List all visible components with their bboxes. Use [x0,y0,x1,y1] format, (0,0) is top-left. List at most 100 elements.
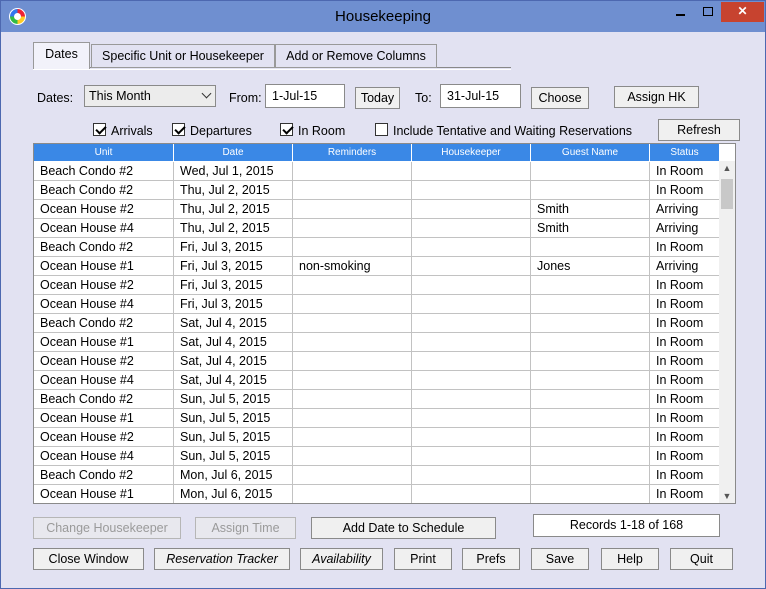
departures-checkbox[interactable] [172,123,185,136]
scroll-down-icon[interactable]: ▼ [719,489,735,503]
table-cell: Ocean House #1 [34,485,174,503]
column-header-date[interactable]: Date [174,144,293,161]
table-row[interactable]: Ocean House #2 Sat, Jul 4, 2015 In Room [34,352,720,371]
choose-button[interactable]: Choose [531,87,589,109]
tab-add-remove-columns[interactable]: Add or Remove Columns [275,44,437,68]
table-cell [293,314,412,332]
table-cell [531,371,650,389]
table-cell [293,295,412,313]
availability-button[interactable]: Availability [300,548,383,570]
tab-specific-unit[interactable]: Specific Unit or Housekeeper [91,44,275,68]
table-row[interactable]: Beach Condo #2 Sat, Jul 4, 2015 In Room [34,314,720,333]
table-cell: Ocean House #2 [34,428,174,446]
print-button[interactable]: Print [394,548,452,570]
to-date-field[interactable]: 31-Jul-15 [440,84,521,108]
table-row[interactable]: Ocean House #2 Thu, Jul 2, 2015 Smith Arriv… [34,200,720,219]
table-cell: Smith [531,219,650,237]
table-cell: Ocean House #1 [34,409,174,427]
column-header-unit[interactable]: Unit [34,144,174,161]
arrivals-checkbox[interactable] [93,123,106,136]
table-row[interactable]: Beach Condo #2 Wed, Jul 1, 2015 In Room [34,162,720,181]
table-cell: Sat, Jul 4, 2015 [174,333,293,351]
table-scrollbar[interactable]: ▲ ▼ [719,161,735,503]
table-cell [412,428,531,446]
table-cell [531,181,650,199]
table-cell: Sun, Jul 5, 2015 [174,409,293,427]
add-date-to-schedule-button[interactable]: Add Date to Schedule [311,517,496,539]
table-cell: In Room [650,276,720,294]
housekeeping-table: Unit Date Reminders Housekeeper Guest Na… [33,143,736,504]
column-header-housekeeper[interactable]: Housekeeper [412,144,531,161]
table-cell [293,409,412,427]
departures-label: Departures [190,124,252,138]
table-cell: Ocean House #1 [34,333,174,351]
table-cell: Ocean House #4 [34,371,174,389]
table-cell: In Room [650,238,720,256]
table-cell [531,409,650,427]
table-row[interactable]: Ocean House #1 Sun, Jul 5, 2015 In Room [34,409,720,428]
column-header-status[interactable]: Status [650,144,720,161]
table-row[interactable]: Ocean House #4 Sun, Jul 5, 2015 In Room [34,447,720,466]
table-row[interactable]: Beach Condo #2 Thu, Jul 2, 2015 In Room [34,181,720,200]
table-row[interactable]: Ocean House #1 Fri, Jul 3, 2015 non-smokin… [34,257,720,276]
table-row[interactable]: Beach Condo #2 Fri, Jul 3, 2015 In Room [34,238,720,257]
table-row[interactable]: Ocean House #4 Thu, Jul 2, 2015 Smith Arriv… [34,219,720,238]
inroom-checkbox[interactable] [280,123,293,136]
assign-hk-button[interactable]: Assign HK [614,86,699,108]
table-row[interactable]: Ocean House #4 Sat, Jul 4, 2015 In Room [34,371,720,390]
table-cell: Wed, Jul 1, 2015 [174,162,293,180]
from-date-field[interactable]: 1-Jul-15 [265,84,345,108]
table-cell [412,238,531,256]
scroll-thumb[interactable] [721,179,733,209]
close-icon[interactable]: ✕ [721,2,764,22]
column-header-guest-name[interactable]: Guest Name [531,144,650,161]
tab-dates[interactable]: Dates [33,42,90,69]
table-row[interactable]: Ocean House #4 Fri, Jul 3, 2015 In Room [34,295,720,314]
table-cell: Ocean House #2 [34,200,174,218]
title-bar[interactable]: Housekeeping ✕ [1,1,765,32]
save-button[interactable]: Save [531,548,589,570]
table-cell: Arriving [650,257,720,275]
change-housekeeper-button[interactable]: Change Housekeeper [33,517,181,539]
table-row[interactable]: Beach Condo #2 Sun, Jul 5, 2015 In Room [34,390,720,409]
table-cell [412,314,531,332]
quit-button[interactable]: Quit [670,548,733,570]
minimize-icon[interactable] [667,2,694,22]
table-cell: Fri, Jul 3, 2015 [174,276,293,294]
scroll-up-icon[interactable]: ▲ [719,161,735,175]
table-header: Unit Date Reminders Housekeeper Guest Na… [34,144,720,161]
dates-dropdown[interactable]: This Month [84,85,216,107]
table-cell [293,447,412,465]
tentative-label: Include Tentative and Waiting Reservatio… [393,124,633,138]
table-cell: Ocean House #2 [34,352,174,370]
maximize-icon[interactable] [694,2,721,22]
table-row[interactable]: Ocean House #1 Sat, Jul 4, 2015 In Room [34,333,720,352]
table-row[interactable]: Beach Condo #2 Mon, Jul 6, 2015 In Room [34,466,720,485]
refresh-button[interactable]: Refresh [658,119,740,141]
table-cell: In Room [650,295,720,313]
table-row[interactable]: Ocean House #2 Sun, Jul 5, 2015 In Room [34,428,720,447]
table-cell [293,181,412,199]
table-cell: Sat, Jul 4, 2015 [174,314,293,332]
table-cell [531,238,650,256]
tentative-checkbox[interactable] [375,123,388,136]
today-button[interactable]: Today [355,87,400,109]
tab-strip-line-highlight [33,69,511,70]
assign-time-button[interactable]: Assign Time [195,517,296,539]
help-button[interactable]: Help [601,548,659,570]
table-cell: Arriving [650,219,720,237]
dates-dropdown-value: This Month [89,89,151,103]
table-cell: In Room [650,333,720,351]
close-window-button[interactable]: Close Window [33,548,144,570]
table-cell: In Room [650,162,720,180]
table-cell [531,466,650,484]
prefs-button[interactable]: Prefs [462,548,520,570]
table-cell: Arriving [650,200,720,218]
table-row[interactable]: Ocean House #1 Mon, Jul 6, 2015 In Room [34,485,720,503]
records-count: Records 1-18 of 168 [533,514,720,537]
table-cell [531,276,650,294]
table-cell: Thu, Jul 2, 2015 [174,200,293,218]
column-header-reminders[interactable]: Reminders [293,144,412,161]
table-row[interactable]: Ocean House #2 Fri, Jul 3, 2015 In Room [34,276,720,295]
reservation-tracker-button[interactable]: Reservation Tracker [154,548,290,570]
